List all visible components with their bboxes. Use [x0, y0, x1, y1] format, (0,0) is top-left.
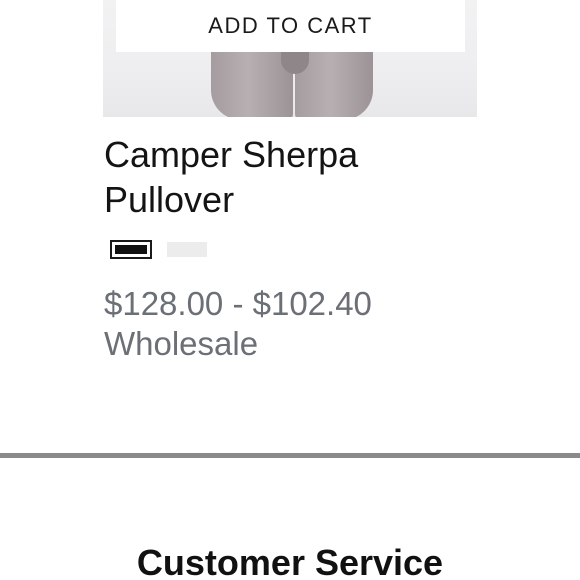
product-page: ADD TO CART Camper Sherpa Pullover $128.…: [0, 0, 580, 580]
section-divider: [0, 453, 580, 458]
product-title-line2: Pullover: [104, 179, 235, 220]
price-note: Wholesale: [104, 325, 259, 362]
customer-service-heading: Customer Service: [136, 542, 444, 580]
swatch-black-fill: [115, 245, 147, 254]
product-title[interactable]: Camper Sherpa Pullover: [104, 132, 524, 222]
swatch-white[interactable]: [167, 242, 207, 257]
swatch-black[interactable]: [110, 240, 152, 259]
add-to-cart-button[interactable]: ADD TO CART: [116, 0, 465, 52]
price-block: $128.00 - $102.40 Wholesale: [104, 284, 544, 364]
product-title-line1: Camper Sherpa: [104, 134, 359, 175]
price-range: $128.00 - $102.40: [104, 285, 372, 322]
